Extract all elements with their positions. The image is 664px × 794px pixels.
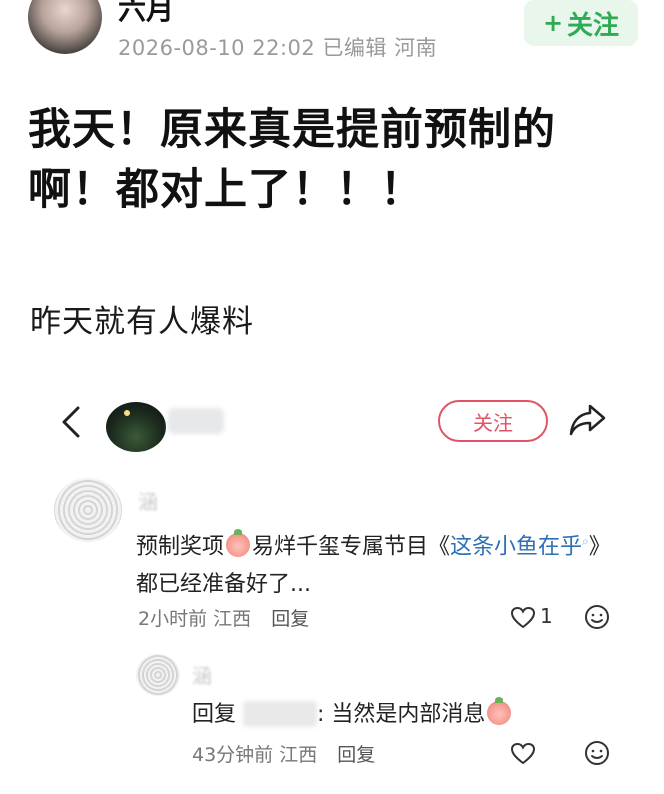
commenter-name[interactable]: 涵 bbox=[138, 486, 158, 515]
comment-time: 2小时前 bbox=[138, 608, 208, 630]
follow-button[interactable]: + 关注 bbox=[524, 0, 638, 46]
smile-icon[interactable] bbox=[584, 740, 610, 766]
reply-commenter-name[interactable]: 涵 bbox=[192, 660, 212, 689]
comment-text: 预制奖项 易烊千玺专属节目《这条小鱼在乎⌕》都已经准备好了... bbox=[136, 522, 616, 604]
post-title: 我天！原来真是提前预制的啊！都对上了！！！ bbox=[28, 105, 556, 215]
comment-text-part: 易烊千玺专属节目《 bbox=[252, 534, 451, 560]
smile-icon[interactable] bbox=[584, 604, 610, 630]
comment-text-part: 预制奖项 bbox=[136, 534, 225, 560]
post-timestamp: 2026-08-10 22:02 bbox=[118, 36, 316, 60]
reply-meta: 43分钟前 江西 回复 bbox=[192, 740, 375, 767]
like-count: 1 bbox=[540, 604, 553, 628]
embedded-avatar[interactable] bbox=[106, 402, 166, 452]
reply-button[interactable]: 回复 bbox=[337, 744, 375, 766]
post-meta: 2026-08-10 22:02 已编辑 河南 bbox=[118, 32, 437, 62]
comment-link[interactable]: 这条小鱼在乎 bbox=[450, 534, 582, 559]
search-icon[interactable]: ⌕ bbox=[582, 534, 589, 548]
plus-icon: + bbox=[542, 9, 564, 37]
reply-location: 江西 bbox=[279, 744, 318, 766]
follow-label: 关注 bbox=[567, 10, 620, 41]
reply-commenter-avatar[interactable] bbox=[136, 654, 180, 696]
edited-label: 已编辑 bbox=[322, 36, 387, 60]
author-avatar[interactable] bbox=[28, 0, 102, 54]
reply-text: 回复 : 当然是内部消息 bbox=[192, 696, 513, 728]
commenter-avatar[interactable] bbox=[54, 478, 122, 542]
reply-button[interactable]: 回复 bbox=[271, 608, 309, 630]
post-body: 昨天就有人爆料 bbox=[30, 304, 254, 340]
post-location: 河南 bbox=[394, 36, 438, 60]
peach-emoji-icon bbox=[226, 529, 251, 558]
reply-prefix: 回复 bbox=[192, 702, 237, 727]
reply-time: 43分钟前 bbox=[192, 744, 274, 766]
embedded-follow-button[interactable]: 关注 bbox=[438, 400, 548, 442]
comment-meta: 2小时前 江西 回复 bbox=[138, 604, 309, 631]
blurred-mention bbox=[243, 701, 318, 727]
heart-icon[interactable] bbox=[510, 606, 536, 630]
back-arrow-icon[interactable] bbox=[56, 402, 86, 442]
comment-location: 江西 bbox=[213, 608, 252, 630]
peach-emoji-icon bbox=[487, 697, 512, 725]
author-name[interactable]: 六月 bbox=[118, 0, 174, 28]
share-icon[interactable] bbox=[568, 402, 608, 438]
blurred-username bbox=[168, 408, 224, 434]
heart-icon[interactable] bbox=[510, 742, 536, 766]
reply-body: : 当然是内部消息 bbox=[317, 702, 486, 727]
